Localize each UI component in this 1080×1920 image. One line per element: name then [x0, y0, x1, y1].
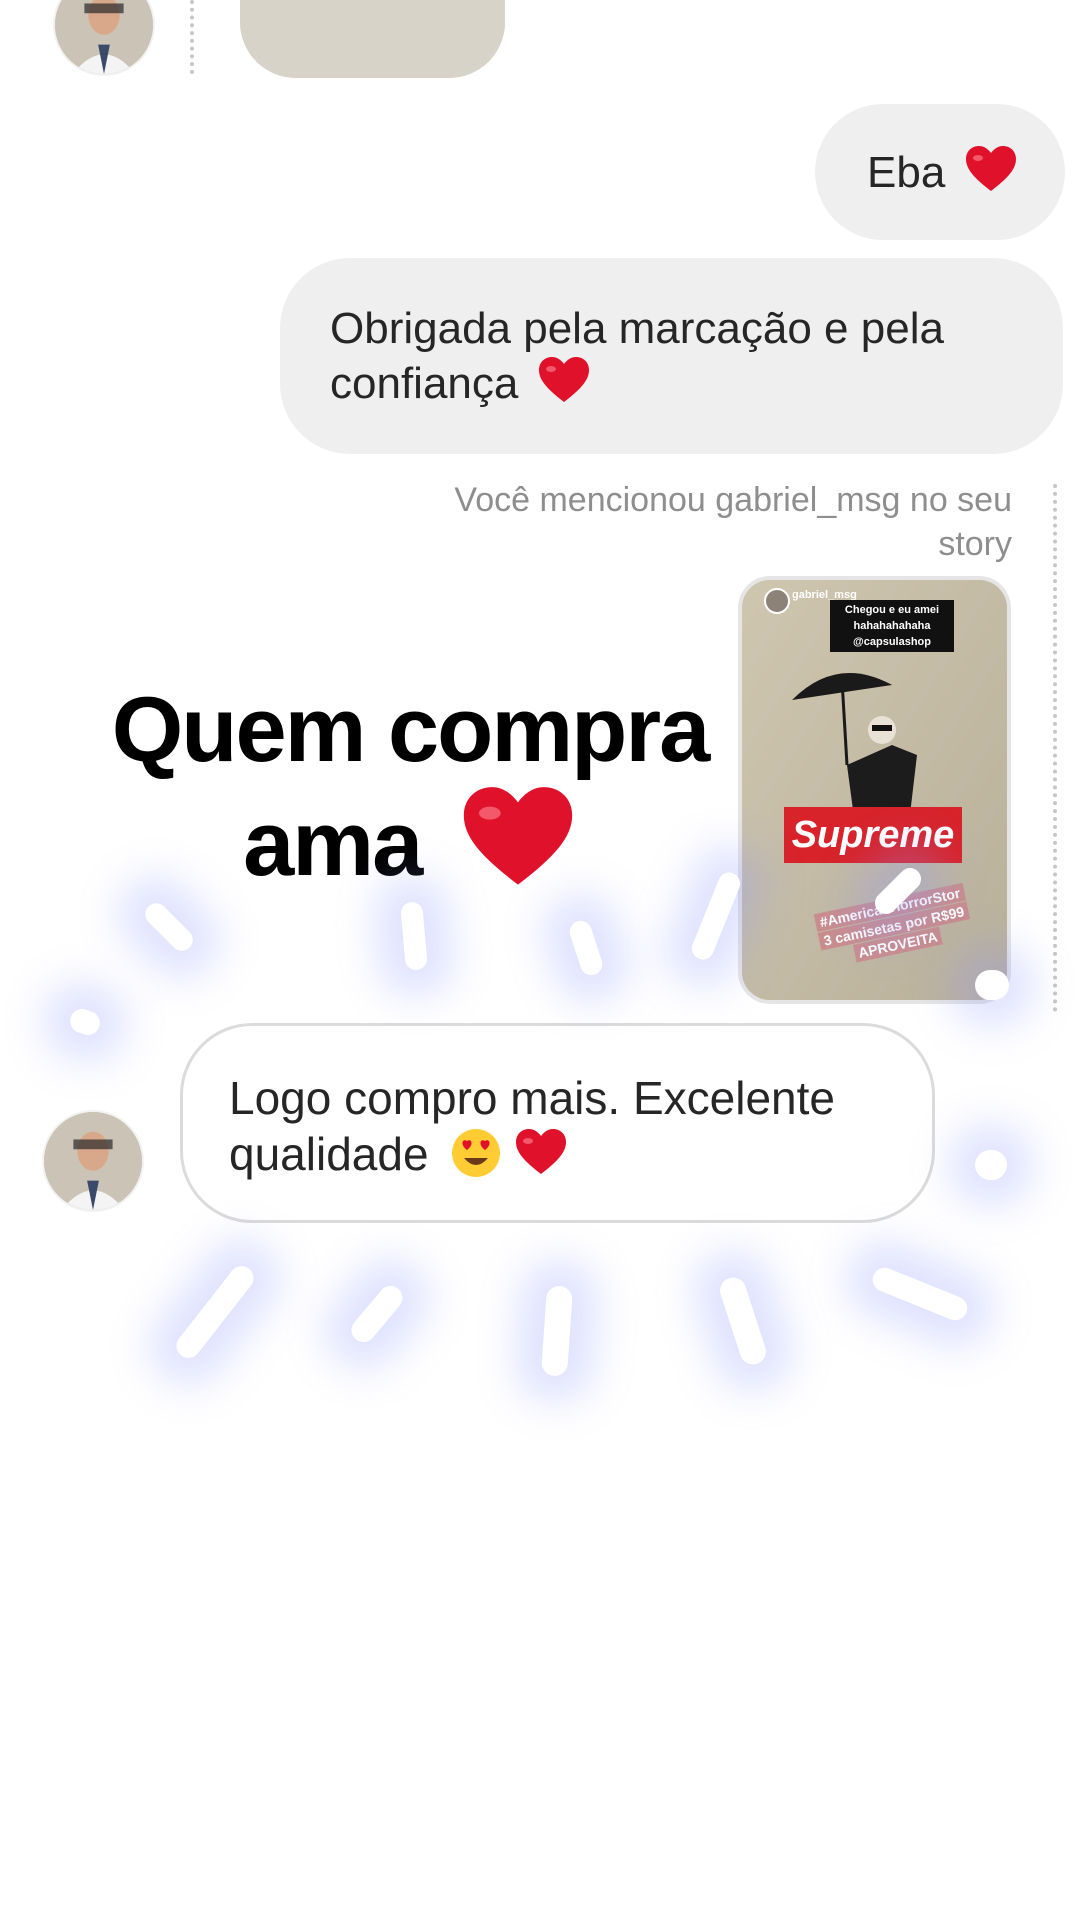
story-mention-card[interactable]: gabriel_msg Chegou e eu amei hahahahahah…	[742, 580, 1007, 1000]
message-bubble-eba[interactable]: Eba	[815, 104, 1065, 240]
sparkle-decoration	[975, 1150, 1007, 1180]
heart-icon	[516, 1129, 567, 1174]
story-avatar	[764, 588, 790, 614]
heart-icon	[463, 787, 573, 885]
sparkle-decoration	[400, 901, 428, 971]
reply-thread-line-right	[1053, 484, 1057, 1012]
headline-line-2-text: ama	[243, 793, 423, 895]
heart-eyes-emoji	[452, 1129, 501, 1177]
sparkle-decoration	[346, 1281, 408, 1347]
message-bubble-customer-reply[interactable]: Logo compro mais. Excelente qualidade	[180, 1023, 935, 1223]
contact-avatar-top[interactable]	[55, 0, 153, 74]
message-bubble-obrigada[interactable]: Obrigada pela marcação e pela confiança	[280, 258, 1063, 454]
message-text: Obrigada pela marcação e pela confiança	[330, 304, 944, 408]
sparkle-decoration	[869, 1264, 971, 1324]
headline-line-2: ama	[80, 785, 740, 899]
heart-icon	[538, 357, 589, 402]
overlay-headline: Quem compra ama	[80, 675, 740, 899]
sparkle-decoration	[171, 1261, 259, 1363]
sparkle-decoration	[140, 898, 198, 956]
heart-icon	[965, 146, 1016, 191]
headline-line-1: Quem compra	[111, 679, 711, 781]
sparkle-decoration	[975, 970, 1009, 1000]
shared-image-partial[interactable]	[240, 0, 505, 78]
sparkle-decoration	[566, 917, 606, 979]
story-mention-notice: Você mencionou gabriel_msg no seu story	[454, 481, 1012, 563]
sparkle-decoration	[540, 1285, 574, 1377]
contact-avatar[interactable]	[44, 1112, 142, 1210]
sparkle-decoration	[716, 1274, 770, 1368]
supreme-logo: Supreme	[784, 807, 962, 863]
story-caption: Chegou e eu amei hahahahahaha @capsulash…	[830, 600, 954, 652]
message-text: Eba	[867, 148, 946, 197]
sparkle-decoration	[66, 1005, 104, 1039]
reply-thread-line-top	[190, 0, 194, 74]
